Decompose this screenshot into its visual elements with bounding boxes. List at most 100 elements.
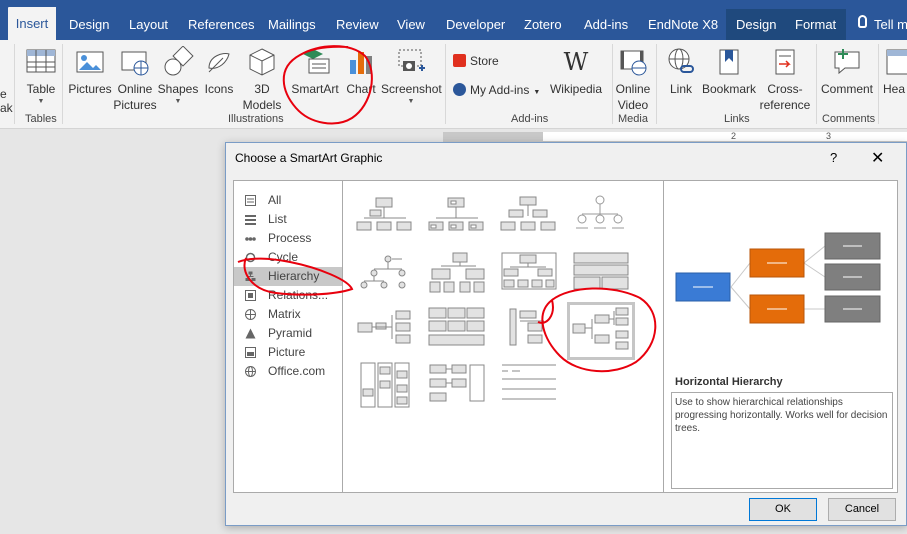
category-cycle[interactable]: Cycle [234,248,342,267]
category-pyramid[interactable]: Pyramid [234,324,342,343]
header-button[interactable]: Hea [880,40,907,97]
layout-thumbnail-half-circle-org-chart[interactable] [498,192,560,244]
layout-thumbnail-circle-picture-hierarchy[interactable] [570,192,632,244]
chart-label: Chart [346,82,376,96]
tab-developer[interactable]: Developer [446,9,505,40]
chart-button[interactable]: Chart [344,40,378,97]
tab-insert[interactable]: Insert [8,7,56,40]
org-chart-icon [356,197,412,231]
3d-models-button[interactable]: 3D Models [240,40,284,113]
bookmark-icon [713,46,745,78]
store-label: Store [470,54,499,68]
category-process[interactable]: Process [234,229,342,248]
tell-me-search[interactable]: Tell m [874,9,907,40]
tab-references[interactable]: References [188,9,254,40]
category-matrix[interactable]: Matrix [234,305,342,324]
wikipedia-label: Wikipedia [549,82,603,96]
comment-label: Comment [820,82,873,96]
help-button[interactable]: ? [830,150,837,165]
category-hierarchy[interactable]: Hierarchy [234,267,342,286]
pictures-button[interactable]: Pictures [67,40,113,97]
my-addins-button[interactable]: My Add-ins ▼ [453,83,540,97]
text-hierarchy-icon [502,364,556,400]
layout-thumbnail-table-hierarchy[interactable] [498,249,560,301]
table-label: Table [26,82,56,96]
icons-button[interactable]: Icons [201,40,237,97]
name-title-chart-icon [428,197,484,231]
table-button[interactable]: Table ▼ [22,40,60,107]
pyramid-icon [245,328,256,339]
layout-thumbnail-architecture-layout[interactable] [570,249,632,301]
group-separator [656,44,657,124]
screenshot-button[interactable]: Screenshot ▼ [381,40,442,107]
shapes-button[interactable]: Shapes ▼ [157,40,199,107]
tab-design[interactable]: Design [69,9,109,40]
tab-mailings[interactable]: Mailings [268,9,316,40]
tab-layout[interactable]: Layout [129,9,168,40]
layout-thumbnail-horizontal-hierarchy[interactable] [567,302,635,360]
layout-thumbnail-lined-list[interactable] [498,305,560,357]
layout-thumbnail-labeled-hierarchy[interactable] [426,249,488,301]
layout-thumbnail-text-hierarchy[interactable] [498,361,560,413]
3d-models-label-1: 3D [254,82,270,96]
page-break-partial[interactable]: e ak [0,87,13,115]
layout-thumbnail-hierarchy-list[interactable] [426,305,488,357]
tab-review[interactable]: Review [336,9,379,40]
comment-button[interactable]: Comment [818,40,876,97]
link-button[interactable]: Link [662,40,700,97]
ruler-number: 3 [826,131,832,141]
tab-endnote[interactable]: EndNote X8 [648,9,718,40]
globe-icon [245,366,256,377]
ribbon-tab-bar: Insert Design Layout References Mailings… [0,0,907,40]
category-label: Relations... [268,288,329,302]
category-office-com[interactable]: Office.com [234,362,342,381]
icons-icon [203,46,235,78]
layout-thumbnail-hierarchy[interactable] [354,249,416,301]
close-button[interactable]: ✕ [871,148,884,168]
store-button[interactable]: Store [453,54,499,68]
wikipedia-icon: W [563,48,589,76]
tab-add-ins[interactable]: Add-ins [584,9,628,40]
smartart-button[interactable]: SmartArt [289,40,341,97]
online-pictures-label-1: Online [117,82,153,96]
wikipedia-button[interactable]: W Wikipedia [546,40,606,97]
cycle-icon [245,252,256,263]
header-icon [884,46,907,78]
bookmark-button[interactable]: Bookmark [700,40,758,97]
tab-view[interactable]: View [397,9,425,40]
category-relationship[interactable]: Relations... [234,286,342,305]
preview-title: Horizontal Hierarchy [675,376,783,388]
partial-label-1: e [0,87,7,101]
link-icon [665,46,697,78]
category-picture[interactable]: Picture [234,343,342,362]
layout-thumbnail-name-title-org-chart[interactable] [426,192,488,244]
hierarchy-icon [245,271,256,281]
horizontal-org-chart-icon [357,310,411,344]
category-list[interactable]: List [234,210,342,229]
tab-smartart-design[interactable]: Design [726,9,787,40]
architecture-icon [573,252,629,290]
category-all[interactable]: All [234,191,342,210]
pictures-label: Pictures [68,82,112,96]
online-video-label-2: Video [617,98,649,112]
picture-icon [245,347,256,358]
hierarchy-icon [360,255,406,289]
tab-zotero[interactable]: Zotero [524,9,562,40]
layout-thumbnail-organization-chart[interactable] [354,192,416,244]
layout-thumbnail-lined-hierarchy[interactable] [354,361,416,413]
ok-button[interactable]: OK [749,498,817,521]
cancel-button[interactable]: Cancel [828,498,896,521]
smartart-dialog: Choose a SmartArt Graphic ? ✕ All List P… [225,142,907,526]
cross-reference-button[interactable]: Cross- reference [758,40,812,113]
3d-models-label-2: Models [242,98,282,112]
online-pictures-button[interactable]: Online Pictures [113,40,157,113]
online-video-button[interactable]: Online Video [613,40,653,113]
circle-hierarchy-icon [576,195,624,229]
layout-thumbnail-horizontal-org-chart[interactable] [354,305,416,357]
cube-icon [246,46,278,78]
layout-thumbnail-horizontal-multi-level[interactable] [426,361,488,413]
multi-level-icon [429,364,485,402]
tab-smartart-format[interactable]: Format [785,9,847,40]
preview-description: Use to show hierarchical relationships p… [671,392,893,489]
screenshot-label: Screenshot [381,82,442,96]
